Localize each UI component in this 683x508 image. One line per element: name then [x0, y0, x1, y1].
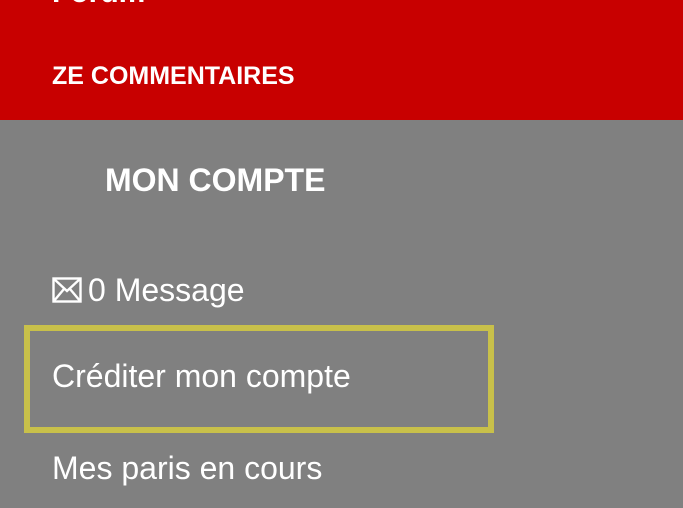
- current-bets-link[interactable]: Mes paris en cours: [52, 448, 322, 488]
- envelope-icon: [52, 277, 82, 303]
- message-count-label: 0 Message: [88, 272, 245, 308]
- account-section-title: MON COMPTE: [105, 162, 326, 198]
- message-link[interactable]: 0 Message: [52, 270, 245, 310]
- top-menu-section: Forum ZE COMMENTAIRES: [0, 0, 683, 120]
- credit-account-link[interactable]: Créditer mon compte: [52, 356, 351, 396]
- menu-item-forum[interactable]: Forum: [52, 0, 145, 8]
- menu-item-ze-commentaires[interactable]: ZE COMMENTAIRES: [52, 60, 295, 92]
